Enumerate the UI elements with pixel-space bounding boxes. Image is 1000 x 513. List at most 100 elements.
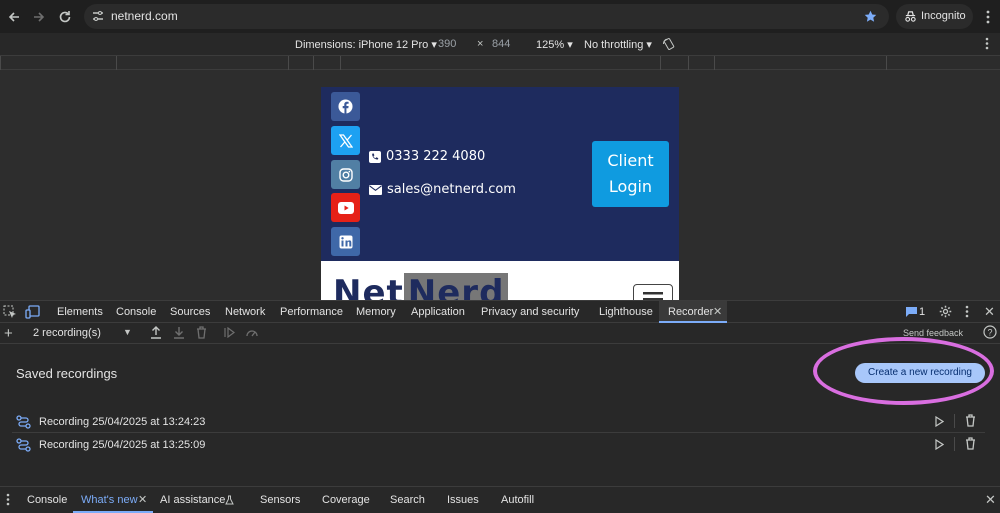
drawer-tab-coverage[interactable]: Coverage xyxy=(322,494,370,506)
emulation-stage: 0333 222 4080 sales@netnerd.com Client L… xyxy=(0,70,1000,300)
tab-network[interactable]: Network xyxy=(225,306,265,318)
incognito-label: Incognito xyxy=(921,10,966,22)
tab-console[interactable]: Console xyxy=(116,306,156,318)
tab-application[interactable]: Application xyxy=(411,306,465,318)
site-header-bar: 0333 222 4080 sales@netnerd.com Client L… xyxy=(321,87,679,261)
ruler-segment[interactable] xyxy=(0,56,116,70)
rotate-icon[interactable] xyxy=(662,37,676,51)
drawer-tab-search[interactable]: Search xyxy=(390,494,425,506)
drawer-tab-issues[interactable]: Issues xyxy=(447,494,479,506)
devtools-tab-bar: Elements Console Sources Network Perform… xyxy=(0,300,1000,323)
linkedin-icon[interactable] xyxy=(331,227,360,256)
tab-recorder[interactable]: Recorder ✕ xyxy=(659,301,727,323)
recording-name[interactable]: Recording 25/04/2025 at 13:25:09 xyxy=(39,439,205,451)
tab-elements[interactable]: Elements xyxy=(57,306,103,318)
drawer-tab-autofill[interactable]: Autofill xyxy=(501,494,534,506)
bookmark-star-icon[interactable] xyxy=(864,10,877,23)
phone-contact[interactable]: 0333 222 4080 xyxy=(369,149,485,164)
email-contact[interactable]: sales@netnerd.com xyxy=(369,182,516,197)
drawer-tab-ai-assistance[interactable]: AI assistance xyxy=(160,494,225,506)
tab-recorder-label: Recorder xyxy=(668,306,714,318)
drawer-tab-whats-new[interactable]: What's new ✕ xyxy=(73,487,153,513)
recording-name[interactable]: Recording 25/04/2025 at 13:24:23 xyxy=(39,416,205,428)
reload-icon[interactable] xyxy=(54,6,76,28)
drawer-tab-console[interactable]: Console xyxy=(27,494,67,506)
device-toolbar-menu-icon[interactable] xyxy=(985,37,989,50)
delete-recording-icon[interactable] xyxy=(196,326,207,339)
ruler-segment[interactable] xyxy=(340,56,660,70)
add-recording-icon[interactable]: + xyxy=(4,325,13,342)
client-login-button[interactable]: Client Login xyxy=(592,141,669,207)
client-login-line1: Client xyxy=(607,151,654,170)
zoom-select[interactable]: 125% ▾ xyxy=(536,38,573,51)
import-icon[interactable] xyxy=(150,326,162,339)
ruler-segment[interactable] xyxy=(116,56,288,70)
recording-row[interactable]: Recording 25/04/2025 at 13:25:09 xyxy=(12,434,985,456)
ruler-segment[interactable] xyxy=(313,56,340,70)
tab-sources[interactable]: Sources xyxy=(170,306,210,318)
recording-row[interactable]: Recording 25/04/2025 at 13:24:23 xyxy=(12,411,985,433)
back-icon[interactable] xyxy=(3,6,25,28)
recording-flow-icon xyxy=(16,415,31,429)
settings-gear-icon[interactable] xyxy=(939,305,952,318)
phone-number: 0333 222 4080 xyxy=(386,149,486,164)
performance-panel-icon[interactable] xyxy=(246,327,258,338)
close-devtools-icon[interactable]: ✕ xyxy=(984,304,995,320)
help-icon[interactable]: ? xyxy=(983,325,997,339)
devtools-menu-icon[interactable] xyxy=(965,305,969,318)
play-icon[interactable] xyxy=(935,439,944,450)
tab-lighthouse[interactable]: Lighthouse xyxy=(599,306,653,318)
emulated-page: 0333 222 4080 sales@netnerd.com Client L… xyxy=(321,87,679,300)
play-icon[interactable] xyxy=(935,416,944,427)
device-height-input[interactable]: 844 xyxy=(492,38,510,50)
forward-icon[interactable] xyxy=(28,6,50,28)
chevron-down-icon[interactable]: ▼ xyxy=(123,327,132,337)
x-twitter-icon[interactable] xyxy=(331,126,360,155)
throttling-select[interactable]: No throttling ▾ xyxy=(584,38,652,51)
netnerd-logo[interactable]: Net Nerd xyxy=(333,273,509,300)
saved-recordings-title: Saved recordings xyxy=(16,366,118,381)
media-query-ruler xyxy=(0,55,1000,70)
youtube-icon[interactable] xyxy=(331,193,360,222)
close-tab-icon[interactable]: ✕ xyxy=(713,305,722,318)
annotation-highlight-ellipse xyxy=(813,337,994,405)
recordings-select[interactable]: 2 recording(s) xyxy=(33,327,101,339)
trash-icon[interactable] xyxy=(965,437,976,450)
trash-icon[interactable] xyxy=(965,414,976,427)
ruler-segment[interactable] xyxy=(886,56,1000,70)
inspect-element-icon[interactable] xyxy=(3,305,17,319)
tab-performance[interactable]: Performance xyxy=(280,306,343,318)
drawer-tab-ai-assistance-label: AI assistance xyxy=(160,494,226,506)
recording-flow-icon xyxy=(16,438,31,452)
email-address: sales@netnerd.com xyxy=(387,182,516,197)
drawer-menu-icon[interactable] xyxy=(6,493,10,506)
site-info-icon[interactable] xyxy=(92,10,104,22)
tab-privacy-security[interactable]: Privacy and security xyxy=(481,306,579,318)
recorder-panel: Saved recordings Create a new recording … xyxy=(0,337,1000,486)
ruler-segment[interactable] xyxy=(288,56,313,70)
facebook-icon[interactable] xyxy=(331,92,360,121)
device-width-input[interactable]: 390 xyxy=(438,38,456,50)
incognito-indicator[interactable]: Incognito xyxy=(896,4,973,29)
ruler-segment[interactable] xyxy=(688,56,714,70)
message-icon xyxy=(906,307,917,317)
device-dimensions-select[interactable]: Dimensions: iPhone 12 Pro ▾ xyxy=(295,38,437,51)
export-icon[interactable] xyxy=(173,326,185,339)
replay-step-icon[interactable] xyxy=(224,327,235,338)
address-bar[interactable]: netnerd.com xyxy=(84,4,889,29)
url-text[interactable]: netnerd.com xyxy=(111,9,178,23)
svg-text:?: ? xyxy=(987,328,992,338)
ruler-segment[interactable] xyxy=(660,56,688,70)
device-toggle-icon[interactable] xyxy=(25,305,40,319)
instagram-icon[interactable] xyxy=(331,160,360,189)
drawer-tab-sensors[interactable]: Sensors xyxy=(260,494,300,506)
browser-menu-icon[interactable] xyxy=(977,6,999,28)
logo-net: Net xyxy=(333,273,404,300)
tab-memory[interactable]: Memory xyxy=(356,306,396,318)
zoom-label: 125% xyxy=(536,39,565,51)
close-tab-icon[interactable]: ✕ xyxy=(138,493,147,506)
ruler-segment[interactable] xyxy=(714,56,886,70)
hamburger-menu-icon[interactable] xyxy=(633,284,673,300)
browser-toolbar: netnerd.com Incognito xyxy=(0,0,1000,33)
close-drawer-icon[interactable]: ✕ xyxy=(985,492,996,508)
